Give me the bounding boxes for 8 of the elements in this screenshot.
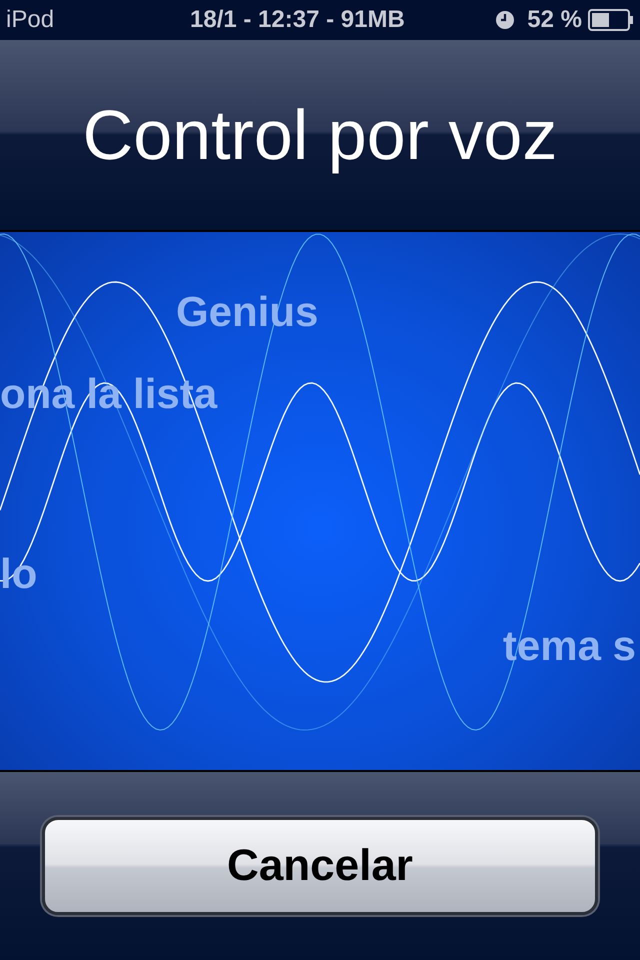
carrier-label: iPod [6, 6, 54, 34]
cancel-button[interactable]: Cancelar [42, 817, 598, 915]
clock-icon [495, 10, 516, 30]
suggestion-text: lo [0, 550, 38, 598]
battery-icon [588, 9, 634, 31]
screen-title: Control por voz [82, 95, 558, 175]
battery-percent: 52 % [527, 6, 582, 34]
status-text: 18/1 - 12:37 - 91MB [190, 6, 405, 34]
